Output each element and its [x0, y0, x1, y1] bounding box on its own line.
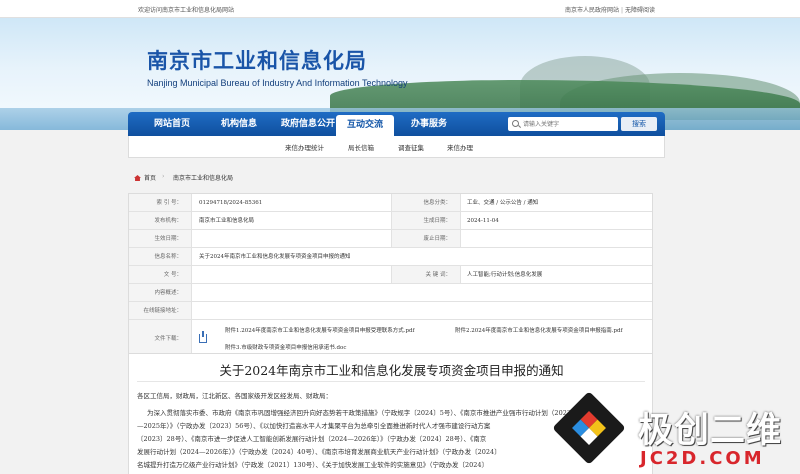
watermark-logo-icon [552, 391, 626, 465]
effective-date-label: 生效日期： [129, 230, 192, 247]
category-label: 信息分类： [391, 194, 461, 211]
info-row: 在线链接地址： [129, 302, 652, 320]
summary-label: 内容概述： [129, 284, 192, 301]
index-label: 索 引 号： [129, 194, 192, 211]
subnav-item-letters[interactable]: 来信办理 [447, 142, 473, 152]
nav-item-interaction[interactable]: 互动交流 [336, 115, 394, 136]
breadcrumb: 首页 › 南京市工业和信息化局 [128, 169, 665, 187]
attachment-link[interactable]: 附件1.2024年度南京市工业和信息化发展专项资金项目申报受理联系方式.pdf [225, 326, 415, 334]
site-title-english: Nanjing Municipal Bureau of Industry And… [147, 78, 408, 88]
article-line: —2025年）》（宁政办发〔2023〕56号）、《以加快打造高水平人才集聚平台为… [137, 422, 491, 430]
nav-item-gov-info[interactable]: 政府信息公开 [270, 112, 346, 136]
top-links: 南京市人民政府网站 | 无障碍阅读 [564, 5, 656, 14]
attachment-link[interactable]: 附件2.2024年度南京市工业和信息化发展专项资金项目申报指南.pdf [455, 326, 623, 334]
info-row: 内容概述： [129, 284, 652, 302]
breadcrumb-current[interactable]: 南京市工业和信息化局 [173, 173, 233, 182]
welcome-text: 欢迎访问南京市工业和信息化局网站 [138, 7, 235, 14]
attachment-link[interactable]: 附件3.市级财政专项资金项目申报信用承诺书.doc [225, 343, 346, 351]
watermark: 极创二维 JC2D.COM [552, 391, 800, 474]
search-button[interactable]: 搜索 [621, 117, 657, 131]
date-value: 2024-11-04 [467, 218, 499, 224]
breadcrumb-home[interactable]: 首页 [144, 173, 156, 182]
search-input[interactable] [523, 118, 615, 130]
subnav-item-survey[interactable]: 调查征集 [398, 142, 424, 152]
gov-site-link[interactable]: 南京市人民政府网站 [565, 7, 619, 14]
info-row: 文 号： 关 键 词： 人工智能;行动计划;信息化发展 [129, 266, 652, 284]
search-icon [512, 120, 519, 127]
watermark-site: JC2D.COM [640, 448, 765, 469]
nav-item-home[interactable]: 网站首页 [142, 112, 202, 136]
top-link-separator: | [621, 7, 624, 14]
subnav-item-mailbox[interactable]: 局长信箱 [348, 142, 374, 152]
nav-item-services[interactable]: 办事服务 [402, 112, 456, 136]
info-row: 发布机构： 南京市工业和信息化局 生成日期： 2024-11-04 [129, 212, 652, 230]
watermark-title: 极创二维 [638, 411, 783, 451]
sub-nav: 来信办理统计 局长信箱 调查征集 来信办理 [128, 136, 665, 158]
keywords-value: 人工智能;行动计划;信息化发展 [467, 272, 543, 278]
article-greeting: 各区工信局，财政局，江北新区、各国家级开发区经发局、财政局： [137, 392, 332, 400]
download-icon [199, 331, 207, 343]
article-line: 发展行动计划（2024—2026年）》（宁政办发〔2024〕40号）、《南京市培… [137, 448, 501, 456]
expiry-date-label: 废止日期： [391, 230, 461, 247]
keywords-label: 关 键 词： [391, 266, 461, 283]
site-title[interactable]: 南京市工业和信息化局 [147, 45, 367, 75]
name-label: 信息名称： [129, 248, 192, 265]
name-value: 关于2024年南京市工业和信息化发展专项资金项目申报的通知 [199, 254, 351, 260]
document-info-table: 索 引 号： 01294718/2024-85361 信息分类： 工业、交通 /… [128, 193, 653, 360]
info-row: 信息名称： 关于2024年南京市工业和信息化发展专项资金项目申报的通知 [129, 248, 652, 266]
article-line: 为深入贯彻落实市委、市政府《南京市巩固增强经济回升向好态势若干政策措施》（宁政规… [147, 409, 571, 417]
info-row: 索 引 号： 01294718/2024-85361 信息分类： 工业、交通 /… [129, 194, 652, 212]
nav-item-organization[interactable]: 机构信息 [208, 112, 270, 136]
subnav-item-stats[interactable]: 来信办理统计 [285, 142, 324, 152]
issuer-label: 发布机构： [129, 212, 192, 229]
info-row: 生效日期： 废止日期： [129, 230, 652, 248]
issuer-value: 南京市工业和信息化局 [199, 218, 255, 224]
article-line: 〔2023〕28号）、《南京市进一步促进人工智能创新发展行动计划（2024—20… [137, 435, 487, 443]
index-value: 01294718/2024-85361 [199, 200, 263, 206]
article-title: 关于2024年南京市工业和信息化发展专项资金项目申报的通知 [219, 363, 564, 378]
home-icon [134, 175, 141, 181]
doc-number-label: 文 号： [129, 266, 192, 283]
online-link-label: 在线链接地址： [129, 302, 192, 319]
search-box [508, 117, 618, 131]
top-bar: 欢迎访问南京市工业和信息化局网站 南京市人民政府网站 | 无障碍阅读 [0, 0, 800, 18]
date-label: 生成日期： [391, 212, 461, 229]
breadcrumb-separator: › [162, 173, 165, 180]
category-value: 工业、交通 / 公示公告 / 通知 [467, 200, 539, 206]
article-line: 名城提升打造万亿级产业行动计划》（宁政发〔2021〕130号）、《关于加快发展工… [137, 461, 488, 469]
title-divider [137, 381, 645, 382]
accessible-reading-link[interactable]: 无障碍阅读 [625, 7, 655, 14]
